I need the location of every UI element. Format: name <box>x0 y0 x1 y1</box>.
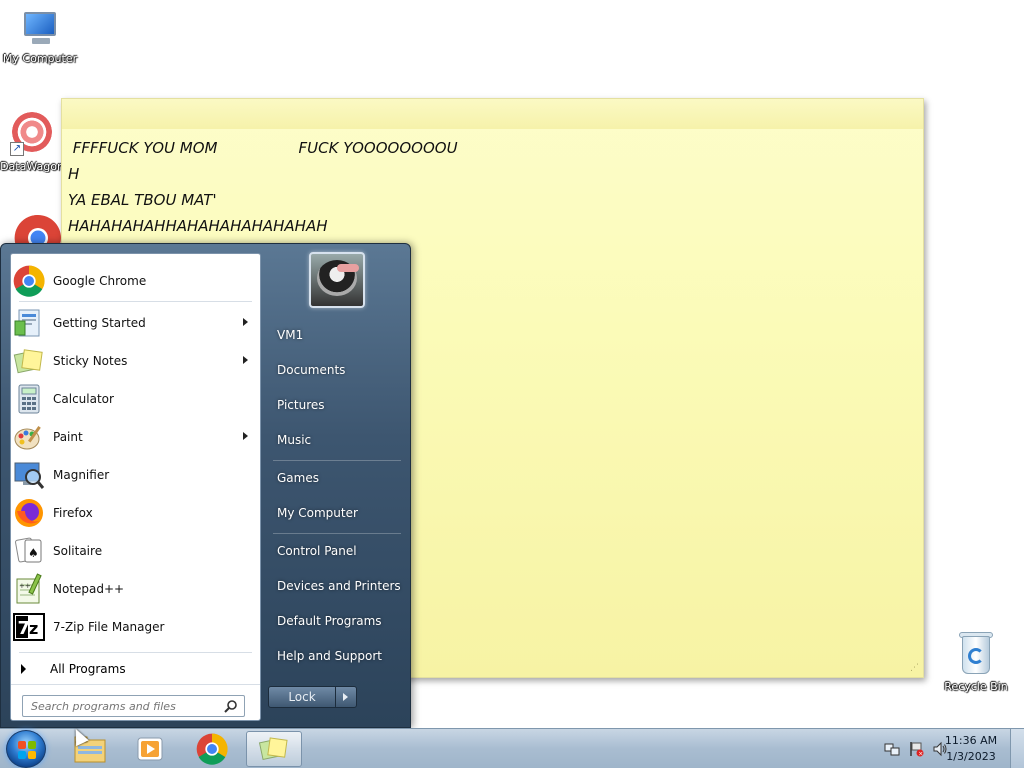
taskbar-chrome[interactable] <box>184 731 240 767</box>
places-item-user[interactable]: VM1 <box>270 321 402 349</box>
program-label: Solitaire <box>53 544 103 558</box>
places-item-documents[interactable]: Documents <box>270 356 402 384</box>
computer-icon <box>20 10 60 48</box>
start-menu-programs-pane: Google Chrome Getting Started Sticky Not… <box>10 253 261 721</box>
program-label: Getting Started <box>53 316 146 330</box>
taskbar-explorer[interactable] <box>62 731 118 767</box>
divider <box>273 533 401 534</box>
program-label: Paint <box>53 430 83 444</box>
desktop-icon-datawagon[interactable]: ↗ DataWagon <box>0 112 66 173</box>
program-label: Firefox <box>53 506 93 520</box>
start-menu: Google Chrome Getting Started Sticky Not… <box>0 243 411 728</box>
program-sticky-notes[interactable]: Sticky Notes <box>13 343 258 379</box>
taskbar-sticky-notes[interactable] <box>246 731 302 767</box>
sticky-notes-icon <box>258 737 288 761</box>
taskbar-media-player[interactable] <box>122 731 178 767</box>
windows-logo-icon <box>18 741 36 759</box>
lock-button[interactable]: Lock <box>269 687 336 707</box>
start-button[interactable] <box>6 730 46 768</box>
paint-icon <box>13 421 45 453</box>
desktop-icon-label: DataWagon <box>0 160 64 173</box>
sticky-note-text[interactable]: FFFFUCK YOU MOM FUCK YOOOOOOOOU H YA EBA… <box>68 135 458 239</box>
places-item-my-computer[interactable]: My Computer <box>270 499 402 527</box>
program-label: Notepad++ <box>53 582 125 596</box>
sticky-notes-icon <box>13 345 45 377</box>
program-calculator[interactable]: Calculator <box>13 381 258 417</box>
show-desktop-button[interactable] <box>1010 729 1024 768</box>
media-player-icon <box>137 737 163 761</box>
resize-grip-icon[interactable]: ⋰ <box>910 664 920 674</box>
firefox-icon <box>13 497 45 529</box>
program-solitaire[interactable]: ♠ Solitaire <box>13 533 258 569</box>
7zip-icon: 7z <box>13 611 45 643</box>
search-icon[interactable] <box>224 699 238 713</box>
program-firefox[interactable]: Firefox <box>13 495 258 531</box>
sticky-note-titlebar[interactable] <box>62 99 923 129</box>
svg-text:×: × <box>918 750 923 757</box>
arrow-right-icon <box>21 664 26 674</box>
program-notepad-plus-plus[interactable]: ++ Notepad++ <box>13 571 258 607</box>
program-label: Magnifier <box>53 468 110 482</box>
recycle-bin-icon <box>958 630 994 676</box>
chrome-icon <box>14 214 61 244</box>
submenu-arrow-icon[interactable] <box>243 432 248 440</box>
program-7zip[interactable]: 7z 7-Zip File Manager <box>13 609 258 645</box>
divider <box>273 460 401 461</box>
desktop-icon-recycle-bin[interactable]: Recycle Bin <box>936 630 1016 693</box>
lock-button-group: Lock <box>268 686 357 708</box>
search-box[interactable] <box>22 695 245 717</box>
svg-text:♠: ♠ <box>28 546 39 560</box>
places-item-games[interactable]: Games <box>270 464 402 492</box>
program-label: Google Chrome <box>53 274 147 288</box>
submenu-arrow-icon[interactable] <box>243 318 248 326</box>
program-label: 7-Zip File Manager <box>53 620 165 634</box>
solitaire-icon: ♠ <box>13 535 45 567</box>
desktop-icon-chrome[interactable] <box>0 214 64 244</box>
divider <box>11 684 260 685</box>
search-input[interactable] <box>23 696 213 716</box>
places-item-pictures[interactable]: Pictures <box>270 391 402 419</box>
shutdown-options-arrow-icon[interactable] <box>336 687 356 707</box>
datawagon-icon: ↗ <box>10 112 54 156</box>
places-item-devices-printers[interactable]: Devices and Printers <box>270 572 402 600</box>
clock-date: 1/3/2023 <box>946 750 996 763</box>
program-getting-started[interactable]: Getting Started <box>13 305 258 341</box>
svg-text:++: ++ <box>19 582 31 590</box>
user-avatar[interactable] <box>309 252 365 308</box>
divider <box>19 301 252 302</box>
program-google-chrome[interactable]: Google Chrome <box>13 263 258 299</box>
chrome-icon <box>196 733 228 765</box>
places-item-help-support[interactable]: Help and Support <box>270 642 402 670</box>
desktop-icon-label: Recycle Bin <box>944 680 1008 693</box>
program-label: Sticky Notes <box>53 354 128 368</box>
places-item-control-panel[interactable]: Control Panel <box>270 537 402 565</box>
calculator-icon <box>13 383 45 415</box>
taskbar: × 11:36 AM 1/3/2023 <box>0 728 1024 768</box>
chrome-icon <box>13 265 45 297</box>
magnifier-icon <box>13 459 45 491</box>
start-menu-places-pane: VM1 Documents Pictures Music Games My Co… <box>267 244 407 724</box>
clock-time: 11:36 AM <box>944 734 998 747</box>
places-item-music[interactable]: Music <box>270 426 402 454</box>
divider <box>19 652 252 653</box>
getting-started-icon <box>13 307 45 339</box>
all-programs-button[interactable]: All Programs <box>19 658 254 680</box>
desktop-icon-my-computer[interactable]: My Computer <box>0 10 80 65</box>
svg-text:z: z <box>29 619 38 638</box>
submenu-arrow-icon[interactable] <box>243 356 248 364</box>
action-center-flag-icon[interactable]: × <box>908 741 924 757</box>
places-item-default-programs[interactable]: Default Programs <box>270 607 402 635</box>
clock[interactable]: 11:36 AM 1/3/2023 <box>936 733 1006 765</box>
network-icon[interactable] <box>884 741 900 757</box>
program-paint[interactable]: Paint <box>13 419 258 455</box>
program-label: Calculator <box>53 392 114 406</box>
notepadpp-icon: ++ <box>13 573 45 605</box>
all-programs-label: All Programs <box>50 662 126 676</box>
desktop-icon-label: My Computer <box>2 52 78 65</box>
program-magnifier[interactable]: Magnifier <box>13 457 258 493</box>
